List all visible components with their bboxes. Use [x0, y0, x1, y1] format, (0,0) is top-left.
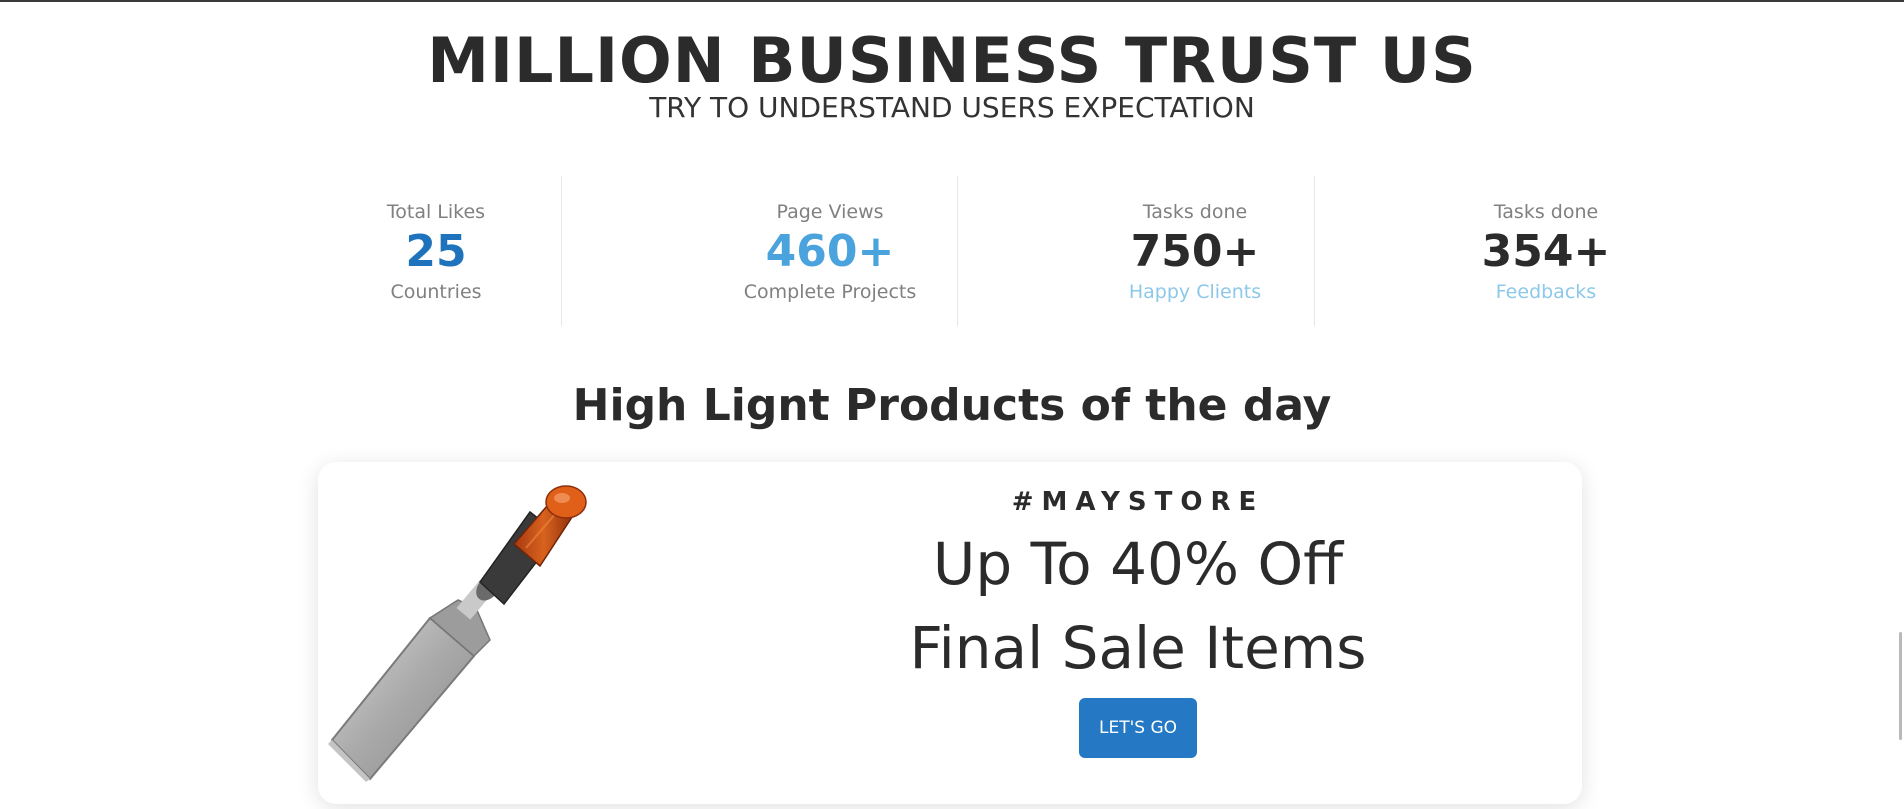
chisel-icon [328, 485, 587, 782]
stat-total-likes: Total Likes 25 Countries [316, 176, 556, 326]
stat-tasks-done-clients: Tasks done 750+ Happy Clients [1075, 176, 1315, 326]
stat-caption: Happy Clients [1128, 281, 1262, 303]
stat-caption: Complete Projects [743, 281, 917, 303]
promo-card: #MAYSTORE Up To 40% Off Final Sale Items… [318, 462, 1582, 804]
promo-text: #MAYSTORE Up To 40% Off Final Sale Items… [788, 482, 1488, 758]
stat-label: Tasks done [1493, 201, 1599, 223]
promo-subheadline: Final Sale Items [909, 614, 1367, 682]
stat-label: Tasks done [1142, 201, 1248, 223]
stat-divider [561, 176, 562, 326]
stat-value: 750+ [1130, 226, 1260, 277]
promo-tag: #MAYSTORE [1011, 487, 1265, 517]
stat-value: 354+ [1481, 226, 1611, 277]
highlight-title: High Lignt Products of the day [572, 380, 1332, 431]
stat-divider [1314, 176, 1315, 326]
lets-go-button[interactable]: LET'S GO [1078, 698, 1198, 758]
stat-page-views: Page Views 460+ Complete Projects [680, 176, 980, 326]
stat-value: 25 [405, 226, 467, 277]
hero-subtitle: TRY TO UNDERSTAND USERS EXPECTATION [649, 91, 1255, 124]
stats-row: Total Likes 25 Countries Page Views 460+… [316, 176, 1610, 326]
stat-tasks-done-feedbacks: Tasks done 354+ Feedbacks [1426, 176, 1666, 326]
stat-label: Page Views [776, 201, 884, 223]
stat-caption: Countries [390, 281, 482, 303]
stat-divider [957, 176, 958, 326]
stat-label: Total Likes [386, 201, 486, 223]
promo-headline: Up To 40% Off [932, 530, 1344, 598]
top-border [0, 0, 1904, 2]
stat-value: 460+ [765, 226, 895, 277]
stat-caption: Feedbacks [1495, 281, 1597, 303]
scrollbar-thumb[interactable] [1899, 632, 1902, 740]
